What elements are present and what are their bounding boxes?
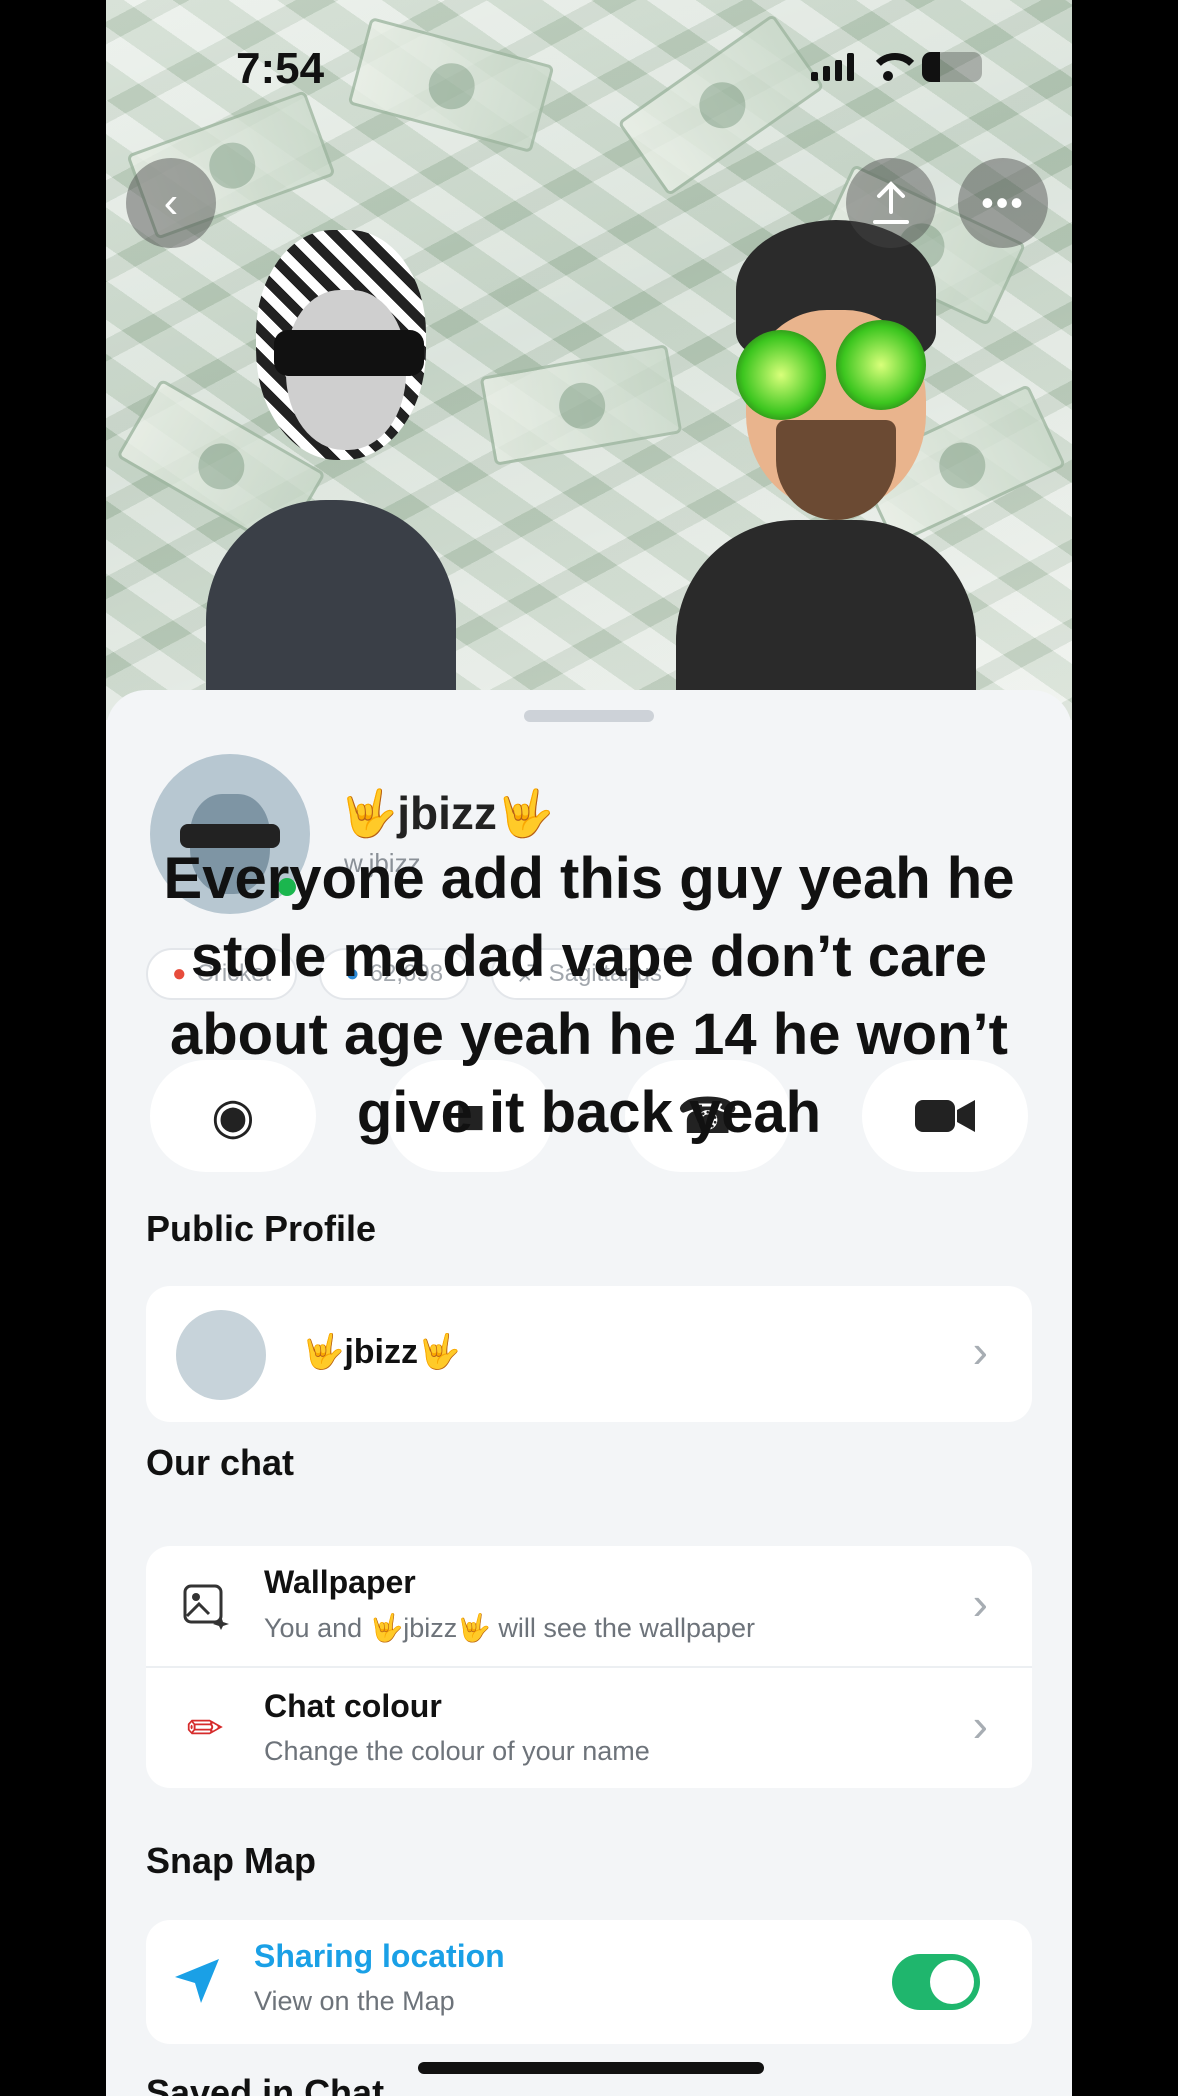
chat-colour-row[interactable]: ✏ Chat colour Change the colour of your … [146, 1666, 1032, 1786]
chevron-right-icon: › [972, 1699, 988, 1751]
public-profile-avatar [176, 1310, 266, 1400]
caption-overlay: Everyone add this guy yeah he stole ma d… [163, 846, 1015, 1145]
home-indicator[interactable] [418, 2062, 764, 2074]
wifi-icon [868, 53, 922, 81]
status-time: 7:54 [236, 44, 325, 93]
public-profile-card[interactable]: 🤟jbizz🤟 › [146, 1286, 1032, 1422]
wallpaper-title: Wallpaper [264, 1564, 416, 1600]
status-bar: 7:54 [106, 0, 1072, 140]
wallpaper-subtitle: You and 🤟jbizz🤟 will see the wallpaper [264, 1613, 755, 1643]
saved-in-chat-title: Saved in Chat [146, 2072, 385, 2096]
bitmoji-avatar-left [196, 210, 496, 730]
back-icon: ‹ [163, 178, 179, 227]
location-arrow-icon [170, 1954, 224, 2008]
status-icons [811, 52, 982, 82]
snap-map-card[interactable]: Sharing location View on the Map [146, 1920, 1032, 2044]
public-profile-title: Public Profile [146, 1208, 377, 1249]
view-on-map-subtitle: View on the Map [254, 1986, 455, 2016]
chevron-right-icon: › [972, 1577, 988, 1629]
profile-sheet: 🤟jbizz🤟 w.jbizz ● Cricket ● 62,698 ♐ Sag… [106, 690, 1072, 2096]
sharing-location-title: Sharing location [254, 1938, 505, 1974]
our-chat-title: Our chat [146, 1442, 295, 1483]
our-chat-card: Wallpaper You and 🤟jbizz🤟 will see the w… [146, 1546, 1032, 1788]
share-button[interactable] [846, 158, 936, 248]
battery-icon [922, 52, 982, 82]
more-options-button[interactable]: ••• [958, 158, 1048, 248]
public-profile-name: 🤟jbizz🤟 [302, 1333, 461, 1371]
profile-screen: 7:54 ‹ ••• 🤟jbizz🤟 w.jbizz ● Cricket ● 6… [106, 0, 1072, 2096]
back-button[interactable]: ‹ [126, 158, 216, 248]
wallpaper-icon [178, 1579, 232, 1633]
chat-colour-subtitle: Change the colour of your name [264, 1736, 650, 1766]
share-icon [873, 181, 909, 224]
crayon-icon: ✏ [186, 1703, 224, 1753]
sharing-location-toggle[interactable] [892, 1954, 980, 2010]
wallpaper-row[interactable]: Wallpaper You and 🤟jbizz🤟 will see the w… [146, 1546, 1032, 1666]
chat-colour-title: Chat colour [264, 1688, 442, 1724]
more-icon: ••• [981, 182, 1025, 223]
profile-display-name: 🤟jbizz🤟 [340, 787, 555, 839]
sheet-grabber[interactable] [524, 710, 654, 722]
cellular-signal-icon [811, 53, 854, 81]
chevron-right-icon: › [972, 1325, 988, 1377]
bitmoji-avatar-right [666, 220, 996, 730]
snap-map-title: Snap Map [146, 1840, 317, 1881]
